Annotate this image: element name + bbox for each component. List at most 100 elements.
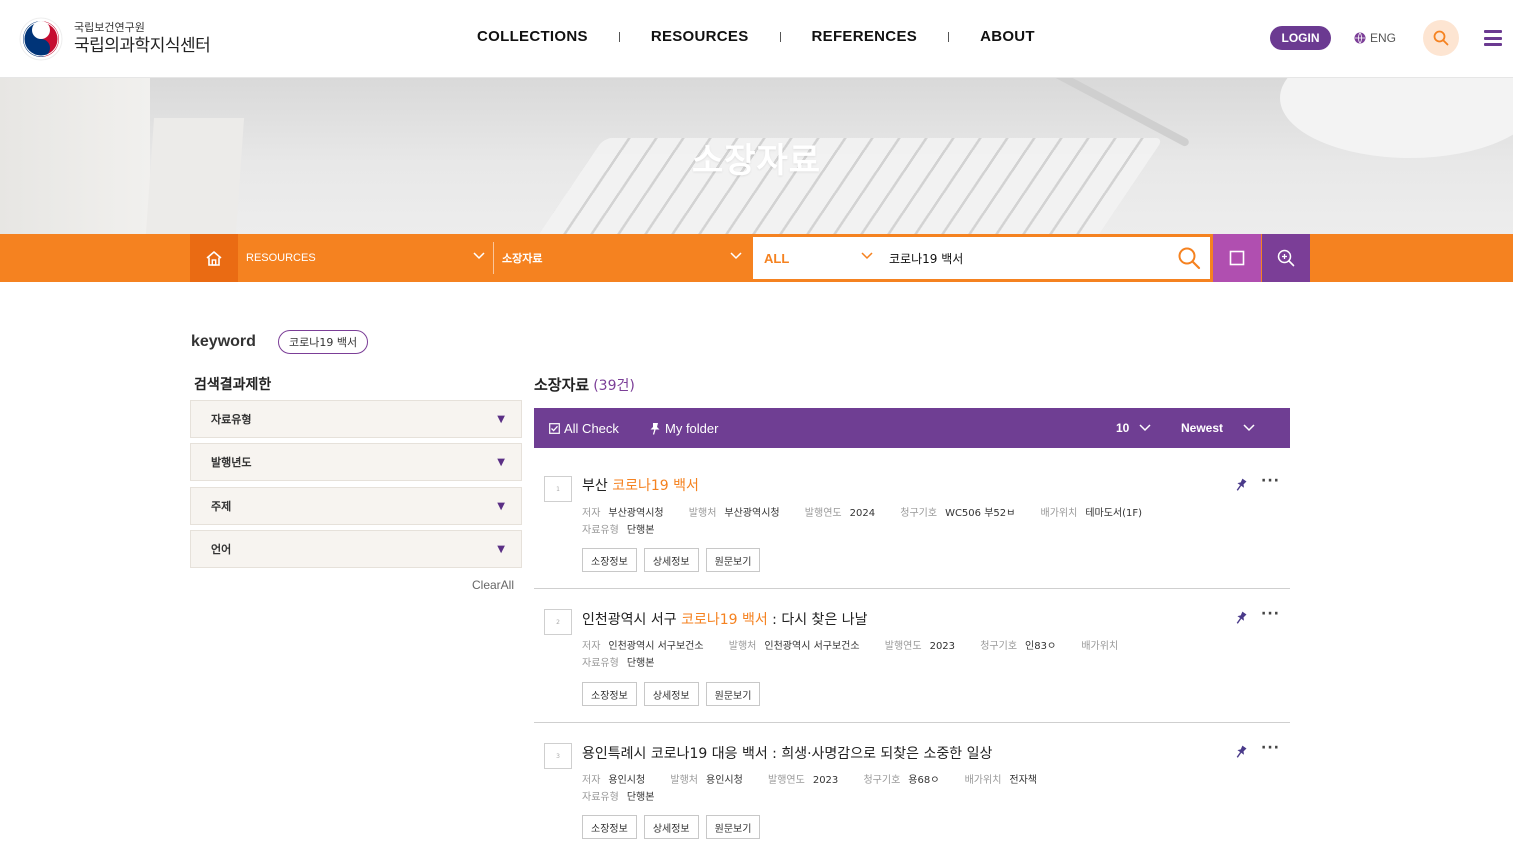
- nav-collections[interactable]: COLLECTIONS: [477, 28, 588, 45]
- result-meta: 저자 부산광역시청 발행처 부산광역시청 발행연도 2024 청구기호 WC506 부5…: [582, 508, 1143, 519]
- holding-info-button[interactable]: 소장정보: [582, 548, 637, 572]
- facet-label: 자료유형: [211, 413, 252, 426]
- result-title[interactable]: 용인특례시 코로나19 대응 백서 : 희생·사명감으로 되찾은 소중한 일상: [582, 743, 992, 763]
- page-title: 소장자료: [691, 141, 822, 181]
- page-size-select[interactable]: 10: [1116, 408, 1151, 448]
- result-item: 1 부산 코로나19 백서 저자 부산광역시청 발행처 부산광역시청 발행연도 202…: [534, 455, 1290, 589]
- all-check-button[interactable]: All Check: [549, 408, 619, 448]
- result-meta: 저자 용인시청 발행처 용인시청 발행연도 2023 청구기호 용68ㅇ 배가위치 전자책: [582, 775, 1038, 786]
- search-box: ALL: [751, 235, 1212, 281]
- chevron-down-icon: [730, 252, 742, 260]
- result-actions: 소장정보 상세정보 원문보기: [582, 682, 767, 706]
- filter-title: 검색결과제한: [194, 377, 272, 393]
- holding-info-button[interactable]: 소장정보: [582, 815, 637, 839]
- advanced-search-button[interactable]: [1262, 234, 1310, 282]
- result-actions: 소장정보 상세정보 원문보기: [582, 815, 767, 839]
- keyword-chip[interactable]: 코로나19 백서: [278, 330, 369, 354]
- dropdown-divider: [493, 242, 494, 274]
- results-count: (39건): [593, 378, 635, 394]
- result-checkbox[interactable]: 3: [544, 743, 572, 769]
- pin-icon: [650, 422, 660, 435]
- results-toolbar: All Check My folder 10 Newest: [534, 408, 1290, 448]
- nav-references[interactable]: REFERENCES: [812, 28, 918, 45]
- logo-title: 국립의과학지식센터: [74, 36, 211, 57]
- view-toggle-button[interactable]: [1213, 234, 1261, 282]
- triangle-down-icon: ▼: [497, 501, 505, 512]
- results-heading: 소장자료: [534, 376, 590, 394]
- search-input[interactable]: [889, 245, 1169, 271]
- facet-publication-year[interactable]: 발행년도 ▼: [190, 443, 522, 481]
- zoom-in-icon: [1277, 249, 1295, 267]
- result-checkbox[interactable]: 1: [544, 476, 572, 502]
- sort-value: Newest: [1181, 421, 1224, 435]
- view-original-button[interactable]: 원문보기: [705, 548, 761, 572]
- more-options-icon[interactable]: ···: [1261, 606, 1280, 622]
- utility-nav: LOGIN ENG: [1270, 20, 1503, 56]
- triangle-down-icon: ▼: [497, 544, 505, 555]
- page-size-value: 10: [1116, 421, 1130, 435]
- chevron-down-icon: [1139, 424, 1151, 432]
- site-logo[interactable]: 국립보건연구원 국립의과학지식센터: [19, 17, 211, 61]
- facet-label: 주제: [211, 500, 232, 513]
- category-dropdown-1[interactable]: RESOURCES: [246, 234, 493, 282]
- hero-banner: 소장자료: [0, 78, 1513, 234]
- checkbox-icon: [549, 422, 560, 434]
- chevron-down-icon: [473, 252, 485, 260]
- language-switch[interactable]: ENG: [1354, 31, 1396, 45]
- search-icon: [1433, 30, 1449, 46]
- result-title[interactable]: 부산 코로나19 백서: [582, 475, 699, 495]
- hamburger-menu-icon[interactable]: [1484, 30, 1503, 46]
- pin-icon[interactable]: [1234, 611, 1248, 626]
- category-1-label: RESOURCES: [246, 252, 316, 264]
- more-options-icon[interactable]: ···: [1261, 473, 1280, 489]
- result-actions: 소장정보 상세정보 원문보기: [582, 548, 767, 572]
- login-button[interactable]: LOGIN: [1270, 26, 1331, 50]
- result-meta-type: 자료유형 단행본: [582, 658, 655, 669]
- more-options-icon[interactable]: ···: [1261, 740, 1280, 756]
- result-meta-type: 자료유형 단행본: [582, 792, 655, 803]
- result-title[interactable]: 인천광역시 서구 코로나19 백서 : 다시 찾은 나날: [582, 609, 868, 629]
- nav-resources[interactable]: RESOURCES: [651, 28, 749, 45]
- nav-divider: [948, 31, 950, 42]
- facet-subject[interactable]: 주제 ▼: [190, 487, 522, 525]
- facet-language[interactable]: 언어 ▼: [190, 530, 522, 568]
- nav-about[interactable]: ABOUT: [980, 28, 1035, 45]
- logo-subtitle: 국립보건연구원: [74, 21, 145, 35]
- result-item: 3 용인특례시 코로나19 대응 백서 : 희생·사명감으로 되찾은 소중한 일…: [534, 723, 1290, 854]
- result-checkbox[interactable]: 2: [544, 609, 572, 635]
- triangle-down-icon: ▼: [497, 457, 505, 468]
- view-original-button[interactable]: 원문보기: [705, 815, 761, 839]
- header-search-button[interactable]: [1423, 20, 1460, 56]
- facet-label: 발행년도: [211, 456, 252, 469]
- keyword-label: keyword: [191, 333, 256, 350]
- detail-info-button[interactable]: 상세정보: [643, 548, 699, 572]
- view-original-button[interactable]: 원문보기: [705, 682, 761, 706]
- home-button[interactable]: [190, 234, 238, 282]
- main-nav: COLLECTIONS RESOURCES REFERENCES ABOUT: [477, 28, 1035, 45]
- taegeuk-logo-icon: [19, 17, 63, 61]
- sort-select[interactable]: Newest: [1181, 408, 1255, 448]
- search-bar: RESOURCES 소장자료 ALL: [0, 234, 1513, 282]
- nav-divider: [779, 31, 781, 42]
- holding-info-button[interactable]: 소장정보: [582, 682, 637, 706]
- site-header: 국립보건연구원 국립의과학지식센터 COLLECTIONS RESOURCES …: [0, 0, 1513, 78]
- my-folder-label: My folder: [665, 420, 719, 436]
- detail-info-button[interactable]: 상세정보: [643, 682, 699, 706]
- category-2-label: 소장자료: [502, 252, 543, 265]
- search-scope-label: ALL: [764, 250, 790, 266]
- home-icon: [206, 250, 222, 266]
- search-icon[interactable]: [1177, 246, 1201, 270]
- facet-label: 언어: [211, 543, 232, 556]
- clear-all-link[interactable]: ClearAll: [472, 578, 514, 592]
- facet-material-type[interactable]: 자료유형 ▼: [190, 400, 522, 438]
- search-scope-select[interactable]: ALL: [764, 237, 789, 279]
- pin-icon[interactable]: [1234, 478, 1248, 493]
- all-check-label: All Check: [564, 420, 619, 436]
- detail-info-button[interactable]: 상세정보: [643, 815, 699, 839]
- category-dropdown-2[interactable]: 소장자료: [502, 234, 750, 282]
- globe-icon: [1354, 32, 1366, 44]
- triangle-down-icon: ▼: [497, 414, 505, 425]
- pin-icon[interactable]: [1234, 745, 1248, 760]
- my-folder-button[interactable]: My folder: [649, 408, 718, 448]
- chevron-down-icon[interactable]: [861, 252, 873, 260]
